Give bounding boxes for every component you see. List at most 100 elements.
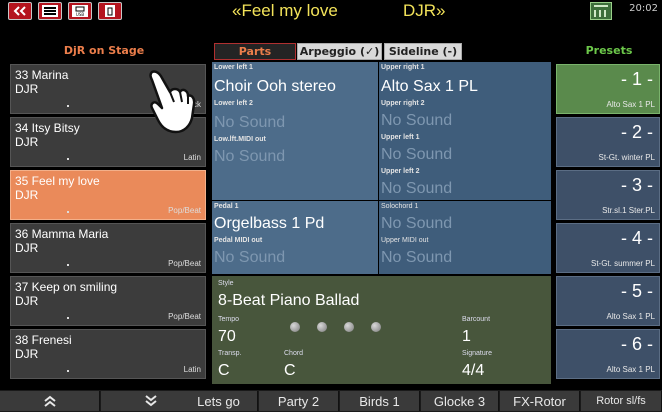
part-solochord[interactable]: Solochord 1 No Sound Upper MIDI out No S… bbox=[379, 201, 551, 274]
transp-value: C bbox=[218, 362, 230, 379]
song-artist: DJR bbox=[15, 188, 39, 202]
signature-value: 4/4 bbox=[462, 362, 485, 379]
part-value: No Sound bbox=[381, 112, 453, 129]
barcount-label: Barcount bbox=[462, 316, 491, 323]
signature-label: Signature bbox=[462, 350, 492, 357]
part-label: Solochord 1 bbox=[381, 203, 419, 210]
part-value: Alto Sax 1 PL bbox=[381, 78, 478, 95]
part-value: No Sound bbox=[214, 114, 286, 131]
usb-icon: USB bbox=[72, 5, 88, 17]
songs-header: DjR on Stage bbox=[63, 44, 145, 57]
registration-button[interactable] bbox=[590, 2, 612, 20]
preset-number: - 4 - bbox=[620, 228, 653, 248]
preset-name: Alto Sax 1 PL bbox=[606, 100, 655, 109]
fx-rotor-button[interactable]: FX-Rotor bbox=[500, 391, 580, 411]
song-item[interactable]: 38 Frenesi DJR Latin bbox=[10, 329, 206, 379]
tab-sideline[interactable]: Sideline (-) bbox=[384, 43, 462, 60]
song-artist: DJR bbox=[15, 347, 39, 361]
song-name: 35 Feel my love bbox=[15, 174, 100, 188]
part-label: Upper right 2 bbox=[381, 100, 425, 107]
preset-button[interactable]: - 5 - Alto Sax 1 PL bbox=[556, 276, 660, 326]
song-name: 37 Keep on smiling bbox=[15, 280, 118, 294]
preset-name: Alto Sax 1 PL bbox=[606, 312, 655, 321]
usb-button[interactable]: USB bbox=[68, 2, 92, 20]
style-name: 8-Beat Piano Ballad bbox=[218, 292, 360, 309]
top-bar: USB «Feel my love DJR» 20:02 bbox=[0, 0, 662, 22]
preset-name: St-Gt. summer PL bbox=[590, 259, 655, 268]
part-label: Lower left 1 bbox=[214, 64, 253, 71]
transp-label: Transp. bbox=[218, 350, 242, 357]
beat-led bbox=[344, 322, 354, 332]
song-genre: Pop/Beat bbox=[168, 259, 201, 268]
clock: 20:02 bbox=[629, 3, 658, 14]
song-artist: DJR bbox=[15, 135, 39, 149]
song-title: «Feel my love bbox=[232, 1, 338, 20]
presets-header: Presets bbox=[585, 44, 633, 57]
song-item-active[interactable]: 35 Feel my love DJR Pop/Beat bbox=[10, 170, 206, 220]
part-value: No Sound bbox=[381, 180, 453, 197]
scroll-up-button[interactable] bbox=[0, 391, 100, 411]
song-dot bbox=[67, 211, 69, 213]
trash-button[interactable] bbox=[98, 2, 122, 20]
song-dot bbox=[67, 370, 69, 372]
preset-button[interactable]: - 2 - St-Gt. winter PL bbox=[556, 117, 660, 167]
song-dot bbox=[67, 105, 69, 107]
preset-name: Alto Sax 1 PL bbox=[606, 365, 655, 374]
part-label: Upper left 2 bbox=[381, 168, 420, 175]
part-upper[interactable]: Upper right 1 Alto Sax 1 PL Upper right … bbox=[379, 62, 551, 200]
song-dot bbox=[67, 264, 69, 266]
song-genre: Latin bbox=[183, 365, 201, 374]
fx-birds-1-button[interactable]: Birds 1 bbox=[340, 391, 420, 411]
beat-led bbox=[371, 322, 381, 332]
song-artist: DJR bbox=[15, 294, 39, 308]
part-label: Upper right 1 bbox=[381, 64, 425, 71]
song-name: 38 Frenesi bbox=[15, 333, 72, 347]
tab-parts[interactable]: Parts bbox=[214, 43, 296, 60]
part-value: No Sound bbox=[381, 146, 453, 163]
song-name: 33 Marina bbox=[15, 68, 69, 82]
fx-lets-go-button[interactable]: Lets go bbox=[180, 391, 258, 411]
part-label: Pedal 1 bbox=[214, 203, 239, 210]
preset-button[interactable]: - 3 - Str.sl.1 Ster.PL bbox=[556, 170, 660, 220]
part-value: Orgelbass 1 Pd bbox=[214, 215, 325, 232]
part-value: No Sound bbox=[381, 249, 453, 266]
song-artist: DJR bbox=[15, 241, 39, 255]
part-value: No Sound bbox=[214, 249, 286, 266]
song-item[interactable]: 37 Keep on smiling DJR Pop/Beat bbox=[10, 276, 206, 326]
preset-number: - 2 - bbox=[620, 122, 653, 142]
song-item[interactable]: 36 Mamma Maria DJR Pop/Beat bbox=[10, 223, 206, 273]
fx-party-2-button[interactable]: Party 2 bbox=[259, 391, 339, 411]
song-name: 36 Mamma Maria bbox=[15, 227, 109, 241]
part-label: Pedal MIDI out bbox=[214, 237, 263, 244]
hand-pointer-icon bbox=[149, 70, 196, 134]
part-value: No Sound bbox=[214, 148, 286, 165]
double-chevron-down-icon bbox=[144, 395, 157, 407]
fx-glocke-3-button[interactable]: Glocke 3 bbox=[421, 391, 499, 411]
preset-button[interactable]: - 4 - St-Gt. summer PL bbox=[556, 223, 660, 273]
song-dot bbox=[67, 158, 69, 160]
chord-value: C bbox=[284, 362, 296, 379]
part-value: Choir Ooh stereo bbox=[214, 78, 336, 95]
part-label: Upper left 1 bbox=[381, 134, 420, 141]
registration-icon bbox=[594, 5, 608, 17]
menu-button[interactable] bbox=[38, 2, 62, 20]
song-dot bbox=[67, 317, 69, 319]
back-double-button[interactable] bbox=[8, 2, 32, 20]
trash-icon bbox=[105, 5, 115, 17]
part-lower-left[interactable]: Lower left 1 Choir Ooh stereo Lower left… bbox=[212, 62, 378, 200]
preset-button[interactable]: - 6 - Alto Sax 1 PL bbox=[556, 329, 660, 379]
style-label: Style bbox=[218, 280, 234, 287]
preset-button-active[interactable]: - 1 - Alto Sax 1 PL bbox=[556, 64, 660, 114]
tempo-label: Tempo bbox=[218, 316, 240, 323]
tab-arpeggio[interactable]: Arpeggio (✓) bbox=[297, 43, 382, 60]
rotor-slow-fast-button[interactable]: Rotor sl/fs bbox=[581, 391, 662, 411]
svg-text:USB: USB bbox=[76, 12, 84, 17]
song-artist: DJR bbox=[15, 82, 39, 96]
preset-number: - 3 - bbox=[620, 175, 653, 195]
preset-name: Str.sl.1 Ster.PL bbox=[602, 206, 655, 215]
song-genre: Pop/Beat bbox=[168, 312, 201, 321]
style-panel[interactable]: Style 8-Beat Piano Ballad Tempo 70 Barco… bbox=[212, 276, 551, 384]
preset-number: - 1 - bbox=[620, 69, 653, 89]
barcount-value: 1 bbox=[462, 328, 471, 345]
part-pedal[interactable]: Pedal 1 Orgelbass 1 Pd Pedal MIDI out No… bbox=[212, 201, 378, 274]
